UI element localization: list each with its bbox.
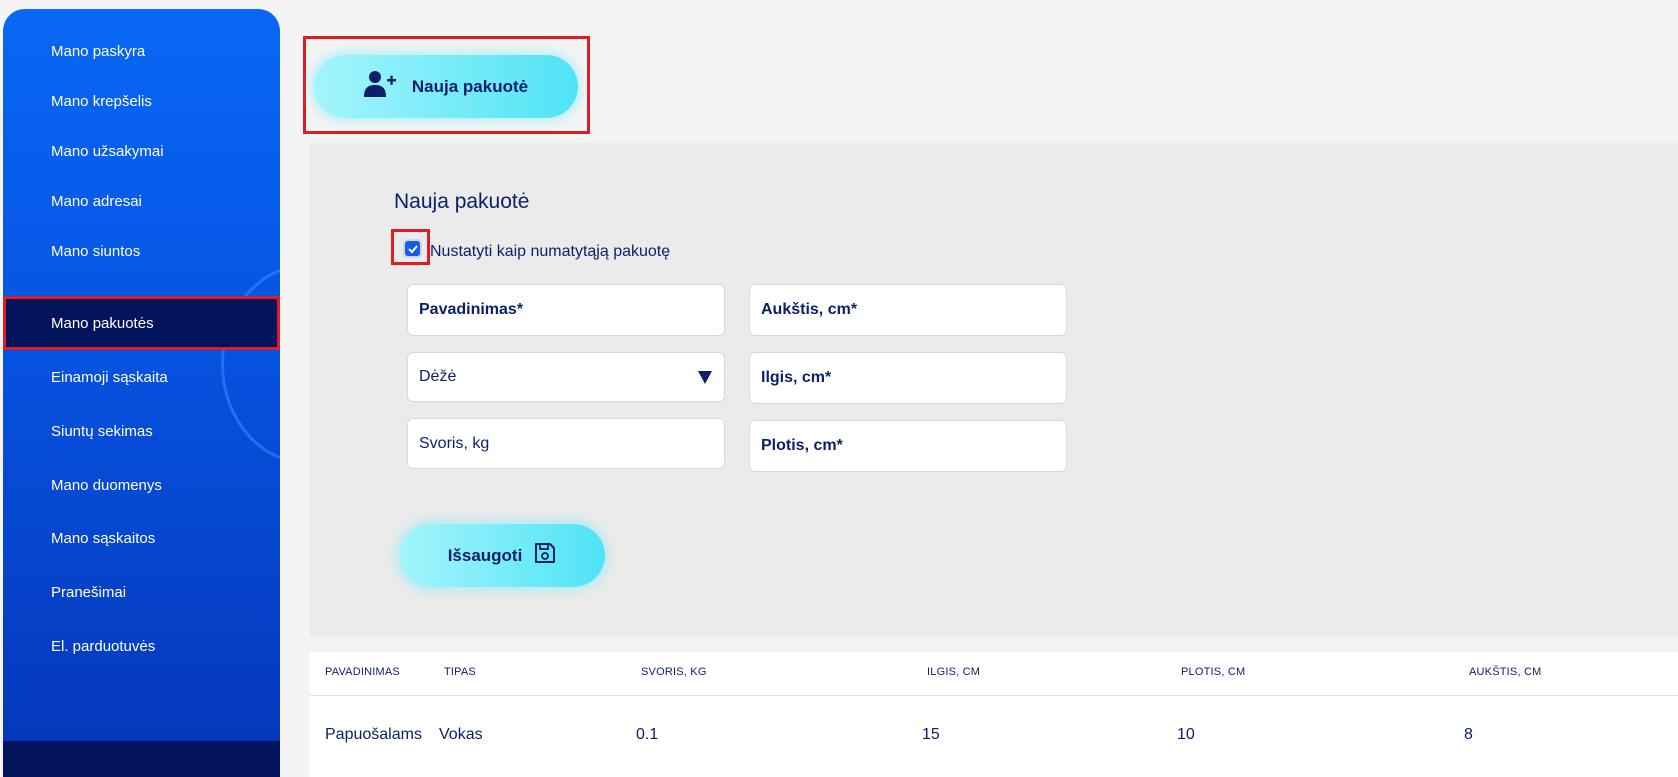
sidebar-item-addresses[interactable]: Mano adresai bbox=[3, 174, 280, 228]
table-cell-width: 10 bbox=[1177, 726, 1195, 743]
column-header-length: ILGIS, CM bbox=[927, 666, 981, 678]
package-name-field[interactable]: Pavadinimas* bbox=[407, 284, 725, 336]
save-label: Išsaugoti bbox=[447, 545, 523, 565]
sidebar-item-orders[interactable]: Mano užsakymai bbox=[3, 124, 280, 178]
sidebar-item-label: Mano pakuotės bbox=[51, 314, 154, 332]
table-cell-height: 8 bbox=[1464, 726, 1473, 743]
sidebar-item-cart[interactable]: Mano krepšelis bbox=[3, 74, 280, 128]
sidebar-item-label: Mano krepšelis bbox=[51, 92, 152, 110]
column-header-weight: SVORIS, KG bbox=[641, 666, 707, 678]
sidebar-item-label: Mano paskyra bbox=[51, 42, 146, 60]
sidebar-item-tracking[interactable]: Siuntų sekimas bbox=[3, 404, 280, 458]
sidebar-item-label: Mano sąskaitos bbox=[51, 529, 156, 547]
sidebar-item-label: Mano duomenys bbox=[51, 476, 162, 494]
column-header-name: PAVADINIMAS bbox=[325, 666, 400, 678]
field-placeholder: Svoris, kg bbox=[419, 434, 490, 452]
table-cell-length: 15 bbox=[922, 726, 940, 743]
select-value: Dėžė bbox=[419, 368, 457, 385]
sidebar-item-label: Siuntų sekimas bbox=[51, 422, 153, 440]
new-package-label: Nauja pakuotė bbox=[411, 76, 529, 96]
column-header-type: TIPAS bbox=[444, 666, 476, 678]
column-header-height: AUKŠTIS, CM bbox=[1469, 666, 1542, 678]
table-cell-type: Vokas bbox=[439, 726, 483, 743]
checkmark-icon bbox=[407, 244, 418, 253]
table-divider bbox=[310, 695, 1678, 696]
save-button[interactable]: Išsaugoti bbox=[399, 524, 605, 587]
sidebar-item-invoices[interactable]: Mano sąskaitos bbox=[3, 511, 280, 565]
table-cell-name: Papuošalams bbox=[325, 726, 422, 743]
sidebar: Mano paskyra Mano krepšelis Mano užsakym… bbox=[3, 9, 280, 777]
sidebar-item-account[interactable]: Mano paskyra bbox=[3, 24, 280, 78]
sidebar-item-notifications[interactable]: Pranešimai bbox=[3, 565, 280, 619]
package-type-select[interactable]: Dėžė bbox=[407, 352, 725, 402]
field-placeholder: Pavadinimas* bbox=[419, 301, 524, 318]
sidebar-item-label: Mano adresai bbox=[51, 192, 142, 210]
sidebar-item-label: Mano užsakymai bbox=[51, 142, 164, 160]
form-title: Nauja pakuotė bbox=[394, 190, 530, 213]
floppy-disk-icon bbox=[534, 542, 556, 569]
table-cell-weight: 0.1 bbox=[636, 726, 659, 743]
sidebar-item-label: El. parduotuvės bbox=[51, 637, 156, 655]
sidebar-item-label: Pranešimai bbox=[51, 583, 127, 601]
sidebar-item-packages[interactable]: Mano pakuotės bbox=[3, 296, 280, 350]
weight-field[interactable]: Svoris, kg bbox=[407, 418, 725, 469]
sidebar-item-my-data[interactable]: Mano duomenys bbox=[3, 458, 280, 512]
field-placeholder: Aukštis, cm* bbox=[761, 301, 858, 318]
sidebar-item-shipments[interactable]: Mano siuntos bbox=[3, 224, 280, 278]
field-placeholder: Ilgis, cm* bbox=[761, 369, 832, 386]
default-package-checkbox-label: Nustatyti kaip numatytąją pakuotę bbox=[430, 243, 671, 260]
dropdown-arrow-icon bbox=[698, 370, 712, 384]
default-package-checkbox[interactable] bbox=[405, 241, 420, 256]
sidebar-item-label: Mano siuntos bbox=[51, 242, 141, 260]
column-header-width: PLOTIS, CM bbox=[1181, 666, 1246, 678]
length-field[interactable]: Ilgis, cm* bbox=[749, 352, 1067, 404]
sidebar-item-label: Einamoji sąskaita bbox=[51, 368, 168, 386]
width-field[interactable]: Plotis, cm* bbox=[749, 420, 1067, 472]
sidebar-footer bbox=[3, 741, 280, 777]
height-field[interactable]: Aukštis, cm* bbox=[749, 284, 1067, 336]
sidebar-item-current-account[interactable]: Einamoji sąskaita bbox=[3, 350, 280, 404]
sidebar-item-e-shops[interactable]: El. parduotuvės bbox=[3, 619, 280, 673]
field-placeholder: Plotis, cm* bbox=[761, 437, 843, 454]
new-package-button[interactable]: Nauja pakuotė bbox=[314, 55, 578, 118]
add-user-icon bbox=[363, 70, 396, 103]
